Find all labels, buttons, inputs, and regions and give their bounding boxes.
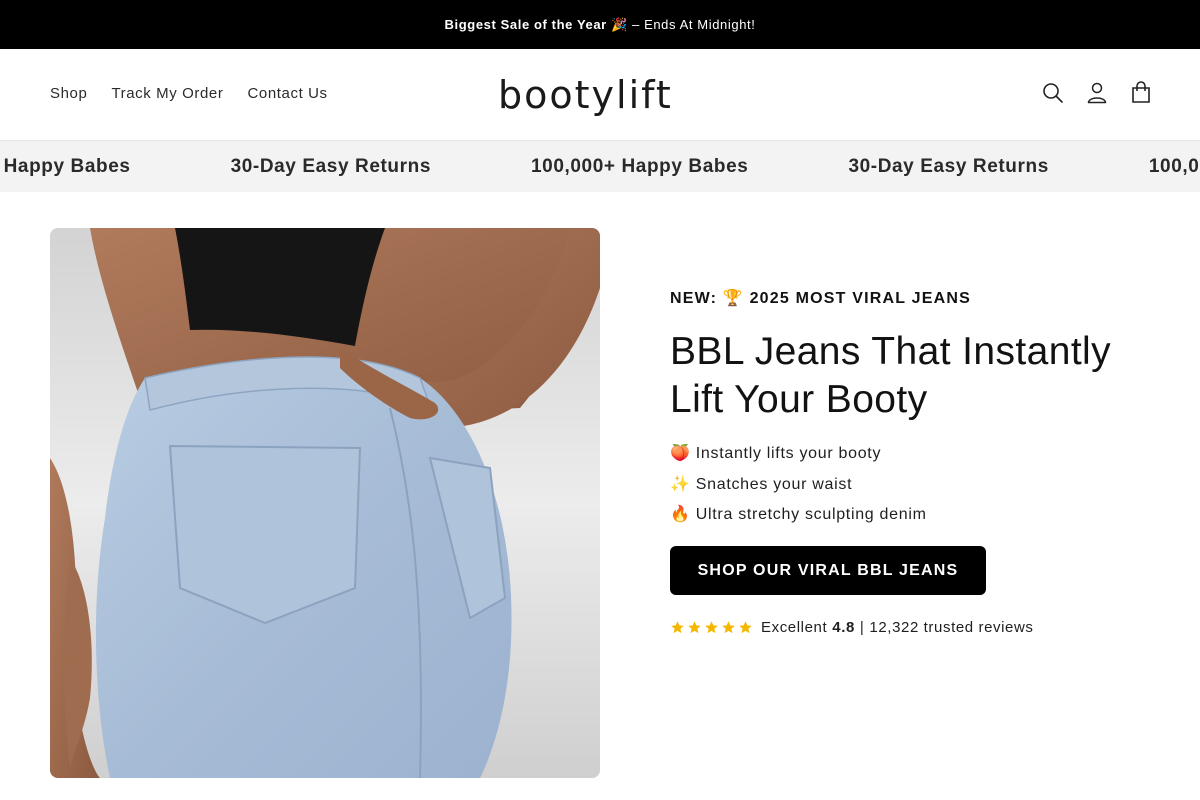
announcement-bar: Biggest Sale of the Year 🎉 – Ends At Mid… (0, 0, 1200, 49)
star-icon (688, 621, 701, 634)
star-icon (705, 621, 718, 634)
account-icon[interactable] (1086, 81, 1108, 105)
benefit-item: 🔥 Ultra stretchy sculpting denim (670, 506, 927, 523)
star-icon (739, 621, 752, 634)
shop-cta-button[interactable]: SHOP OUR VIRAL BBL JEANS (670, 546, 986, 595)
nav-contact[interactable]: Contact Us (247, 85, 327, 102)
review-count: 12,322 trusted reviews (869, 619, 1034, 636)
main-nav: Shop Track My Order Contact Us (50, 85, 328, 102)
rating-score: 4.8 (832, 619, 855, 636)
hero-product-image (50, 228, 600, 778)
announcement-bold-text: Biggest Sale of the Year 🎉 (444, 16, 628, 32)
ticker-item: 100,000+ Happy Babes (531, 155, 749, 177)
announcement-text: – Ends At Midnight! (627, 17, 756, 32)
ticker-item: + Happy Babes (0, 155, 131, 177)
rating-label: Excellent (761, 619, 828, 636)
benefit-list: 🍑 Instantly lifts your booty ✨ Snatches … (670, 443, 927, 535)
header-icons (1042, 81, 1152, 105)
cart-icon[interactable] (1130, 81, 1152, 105)
ticker-item: 30-Day Easy Returns (230, 155, 431, 177)
ticker-item: 100,000+ Happy Babes (1148, 155, 1200, 177)
brand-logo[interactable]: bootylift (498, 73, 673, 117)
rating-separator: | (859, 619, 865, 636)
star-rating (670, 620, 753, 635)
search-icon[interactable] (1042, 81, 1064, 105)
star-icon (722, 621, 735, 634)
benefit-item: ✨ Snatches your waist (670, 475, 853, 493)
benefit-item: 🍑 Instantly lifts your booty (670, 445, 882, 462)
ticker-item: 30-Day Easy Returns (848, 155, 1049, 177)
ticker-track: + Happy Babes 30-Day Easy Returns 100,00… (0, 141, 1200, 192)
hero-eyebrow: NEW: 🏆 2025 MOST VIRAL JEANS (670, 290, 971, 307)
nav-shop[interactable]: Shop (50, 85, 87, 102)
benefits-ticker: + Happy Babes 30-Day Easy Returns 100,00… (0, 141, 1200, 192)
site-header: Shop Track My Order Contact Us bootylift (0, 49, 1200, 141)
star-icon (671, 621, 684, 634)
nav-track-order[interactable]: Track My Order (111, 85, 223, 102)
hero-headline: BBL Jeans That Instantly Lift Your Booty (670, 330, 1112, 421)
review-summary[interactable]: Excellent 4.8 | 12,322 trusted reviews (670, 619, 1034, 636)
